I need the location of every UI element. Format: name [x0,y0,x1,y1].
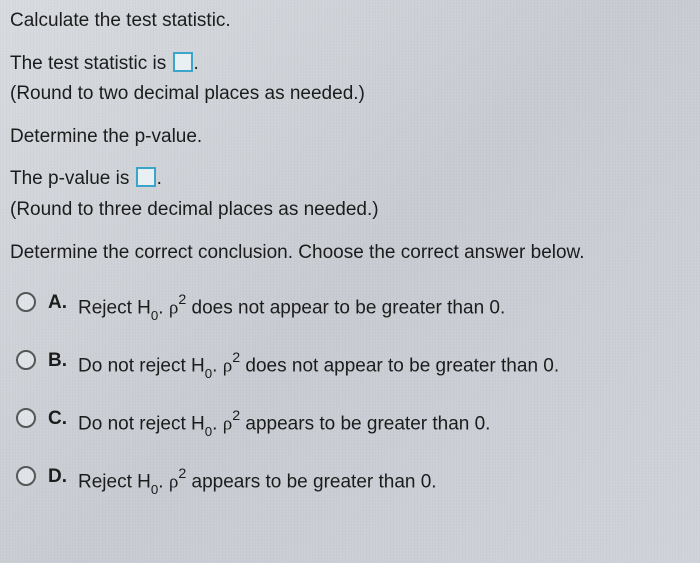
option-c-prefix: Do not reject H [78,414,205,435]
option-b-prefix: Do not reject H [78,356,205,377]
option-c-sub: 0 [205,424,212,439]
option-a-radio[interactable] [16,292,36,312]
test-statistic-suffix: . [194,53,199,74]
option-c-text: Do not reject H0. ρ2 appears to be great… [78,408,490,440]
prompt-calculate-test-statistic: Calculate the test statistic. [10,8,690,35]
option-a-text: Reject H0. ρ2 does not appear to be grea… [78,292,505,324]
option-c-rho: ρ [223,414,232,435]
option-b-suffix: does not appear to be greater than 0. [240,356,559,377]
option-a: A. Reject H0. ρ2 does not appear to be g… [10,288,690,324]
option-a-letter: A. [48,292,72,314]
option-a-prefix: Reject H [78,297,151,318]
p-value-prefix: The p-value is [10,168,135,189]
option-a-sup: 2 [178,292,186,308]
option-c-letter: C. [48,408,72,430]
option-b-rho: ρ [223,356,232,377]
option-c-suffix: appears to be greater than 0. [240,414,490,435]
option-d-rho: ρ [169,472,178,493]
option-a-rho: ρ [169,297,178,318]
prompt-determine-p-value: Determine the p-value. [10,124,690,151]
option-d-sup: 2 [178,466,186,482]
option-d-sub: 0 [151,482,158,497]
test-statistic-input[interactable] [173,52,193,72]
option-d-text: Reject H0. ρ2 appears to be greater than… [78,466,437,498]
option-a-mid: . [158,297,169,318]
test-statistic-prefix: The test statistic is [10,53,172,74]
option-d-radio[interactable] [16,466,36,486]
p-value-input[interactable] [136,167,156,187]
option-c: C. Do not reject H0. ρ2 appears to be gr… [10,404,690,440]
option-d-suffix: appears to be greater than 0. [186,472,436,493]
option-a-sub: 0 [151,308,158,323]
round-three-decimals-note: (Round to three decimal places as needed… [10,197,690,224]
prompt-determine-conclusion: Determine the correct conclusion. Choose… [10,240,690,267]
option-c-radio[interactable] [16,408,36,428]
option-d-letter: D. [48,466,72,488]
option-b-text: Do not reject H0. ρ2 does not appear to … [78,350,559,382]
option-b: B. Do not reject H0. ρ2 does not appear … [10,346,690,382]
option-b-sup: 2 [232,350,240,366]
option-b-letter: B. [48,350,72,372]
option-b-mid: . [212,356,223,377]
test-statistic-line: The test statistic is . [10,51,690,78]
option-b-radio[interactable] [16,350,36,370]
p-value-line: The p-value is . [10,166,690,193]
option-b-sub: 0 [205,366,212,381]
option-d-prefix: Reject H [78,472,151,493]
option-d: D. Reject H0. ρ2 appears to be greater t… [10,462,690,498]
p-value-suffix: . [157,168,162,189]
option-d-mid: . [158,472,169,493]
option-c-sup: 2 [232,408,240,424]
options-group: A. Reject H0. ρ2 does not appear to be g… [10,288,690,498]
option-c-mid: . [212,414,223,435]
round-two-decimals-note: (Round to two decimal places as needed.) [10,81,690,108]
option-a-suffix: does not appear to be greater than 0. [186,297,505,318]
